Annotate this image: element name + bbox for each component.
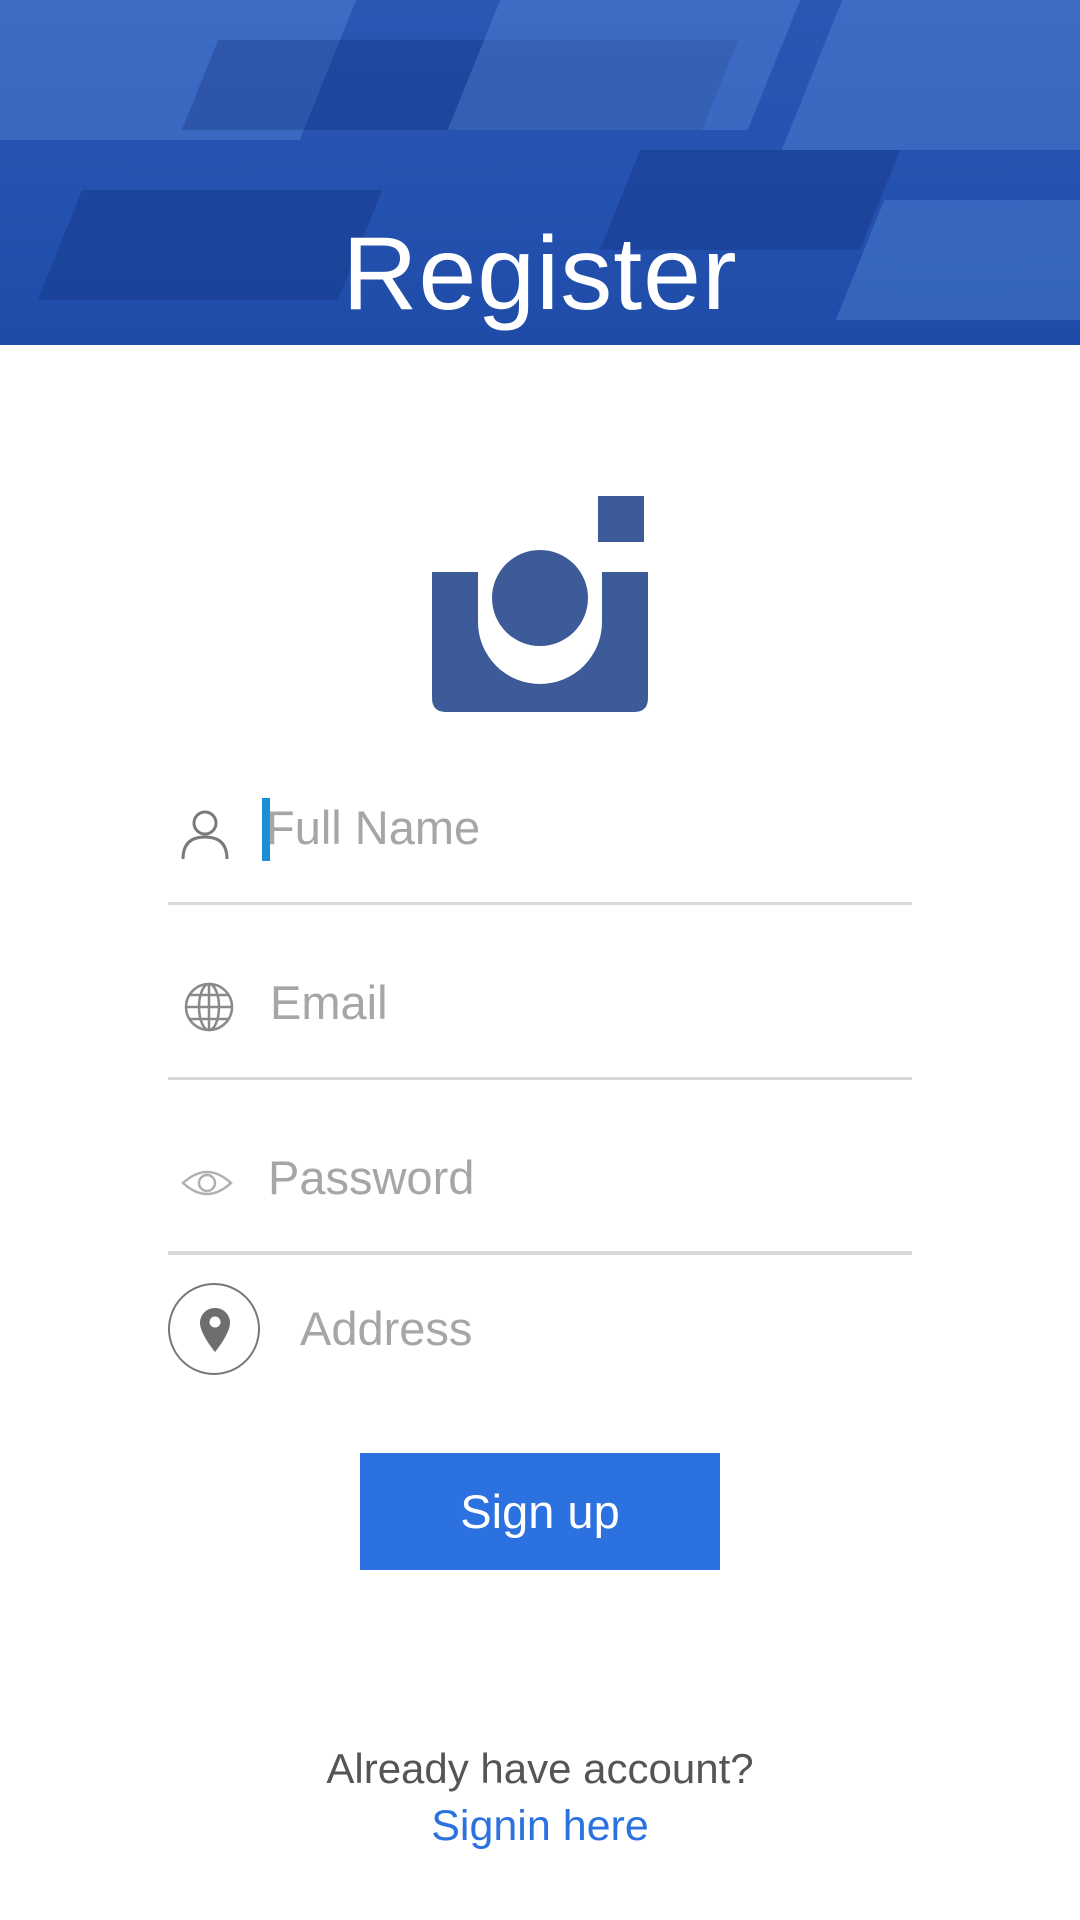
page-title: Register: [342, 216, 738, 332]
header-banner: Register: [0, 0, 1080, 345]
address-field: [168, 1283, 912, 1375]
full-name-field: [168, 730, 912, 905]
map-pin-button[interactable]: [168, 1283, 260, 1375]
map-pin-icon: [200, 1308, 230, 1352]
eye-icon: [180, 1163, 234, 1217]
camera-logo-icon: [420, 480, 660, 720]
sign-up-button[interactable]: Sign up: [360, 1453, 720, 1570]
header-decoration: [447, 0, 813, 130]
email-field: [168, 905, 912, 1080]
header-decoration: [781, 0, 1080, 150]
password-input[interactable]: [268, 1142, 912, 1212]
full-name-input[interactable]: [266, 792, 912, 862]
address-input[interactable]: [298, 1293, 898, 1363]
password-field: [168, 1080, 912, 1255]
signin-link[interactable]: Signin here: [0, 1802, 1080, 1851]
person-icon: [180, 807, 234, 861]
email-input[interactable]: [270, 967, 912, 1037]
already-have-account-text: Already have account?: [326, 1745, 754, 1792]
globe-icon: [182, 980, 236, 1034]
